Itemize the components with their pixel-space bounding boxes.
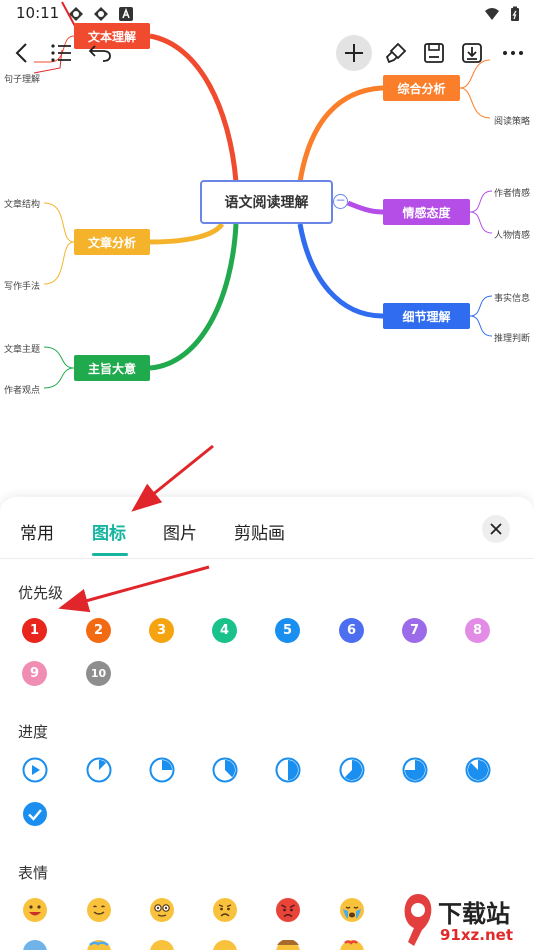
icon-panel: 常用 图标 图片 剪贴画 优先级 1 2 3 4 5 6 7 8 9 10 进度… [0,497,534,950]
progress-3-8-icon[interactable] [212,757,238,783]
leaf-node[interactable]: 事实信息 [494,291,530,304]
progress-2-8-icon[interactable] [149,757,175,783]
outline-list-icon [51,44,71,62]
save-button[interactable] [420,40,448,66]
emoji-worried-icon[interactable] [212,897,238,923]
branch-node-emotion-attitude[interactable]: 情感态度 [383,199,470,225]
connector-line [297,223,384,319]
emoji-love-icon[interactable] [339,939,365,950]
branch-node-label: 细节理解 [402,309,451,324]
leaf-node[interactable]: 阅读策略 [494,114,530,127]
connector-line [297,85,384,183]
tab-images[interactable]: 图片 [163,519,197,544]
leaf-node[interactable]: 文章主题 [4,342,40,355]
section-title-progress: 进度 [18,723,49,741]
emoji-face-icon[interactable] [149,939,175,950]
progress-5-8-icon[interactable] [339,757,365,783]
section-title-emoji: 表情 [18,864,49,882]
progress-7-8-icon[interactable] [465,757,491,783]
progress-6-8-icon[interactable] [402,757,428,783]
export-icon [462,43,482,63]
progress-4-8-icon[interactable] [275,757,301,783]
priority-icon-8[interactable]: 8 [465,618,490,643]
branch-node-label: 文章分析 [87,235,136,250]
emoji-sweat-icon[interactable] [86,939,112,950]
mindmap-root-node[interactable]: 语文阅读理解 [200,180,333,224]
more-button[interactable] [498,40,528,66]
leaf-node[interactable]: 人物情感 [494,228,530,241]
back-button[interactable] [8,40,34,66]
emoji-nerd-icon[interactable] [149,897,175,923]
watermark: 下载站 91xz.net [398,890,534,950]
priority-icon-9[interactable]: 9 [22,661,47,686]
priority-icon-1[interactable]: 1 [22,618,47,643]
priority-icon-10[interactable]: 10 [86,661,111,686]
collapse-branch-button[interactable]: − [333,194,348,209]
priority-icon-3[interactable]: 3 [149,618,174,643]
section-title-priority: 优先级 [18,584,64,602]
export-button[interactable] [458,40,486,66]
watermark-domain: 91xz.net [440,926,514,944]
leaf-node[interactable]: 作者情感 [494,186,530,199]
leaf-node[interactable]: 作者观点 [4,383,40,396]
save-icon [424,43,444,63]
emoji-angry-icon[interactable] [275,897,301,923]
branch-node-label: 综合分析 [397,81,446,96]
progress-1-8-icon[interactable] [86,757,112,783]
more-icon [503,51,523,55]
emoji-grin-icon[interactable] [22,897,48,923]
priority-icon-5[interactable]: 5 [275,618,300,643]
undo-button[interactable] [86,40,114,66]
tab-clipart[interactable]: 剪贴画 [234,519,285,544]
tab-icons[interactable]: 图标 [92,519,126,544]
branch-node-article-analysis[interactable]: 文章分析 [74,229,150,255]
active-tab-indicator [92,553,128,556]
watermark-brand: 下载站 [438,900,510,928]
add-node-button[interactable] [336,35,372,71]
emoji-smile-icon[interactable] [86,897,112,923]
branch-node-label: 主旨大意 [87,361,136,376]
tab-common[interactable]: 常用 [20,519,54,544]
branch-node-main-idea[interactable]: 主旨大意 [74,355,150,381]
panel-tabs: 常用 图标 图片 剪贴画 [0,497,534,559]
emoji-cold-icon[interactable] [22,939,48,950]
emoji-crying-icon[interactable] [339,897,365,923]
leaf-node[interactable]: 推理判断 [494,331,530,344]
close-panel-button[interactable] [482,515,510,543]
leaf-node[interactable]: 文章结构 [4,197,40,210]
watermark-logo-icon [404,894,432,946]
back-icon [15,43,27,63]
connector-line [149,222,225,245]
branch-node-label: 情感态度 [402,205,451,220]
connector-line [149,223,239,371]
priority-icon-6[interactable]: 6 [339,618,364,643]
style-brush-icon [385,42,407,64]
undo-icon [88,45,111,62]
close-icon [490,523,502,535]
emoji-face-icon[interactable] [212,939,238,950]
priority-icon-7[interactable]: 7 [402,618,427,643]
branch-node-comprehensive-analysis[interactable]: 综合分析 [383,75,460,101]
progress-complete-icon[interactable] [22,801,48,827]
add-node-icon [345,44,363,62]
connector-line [149,33,239,183]
leaf-node[interactable]: 句子理解 [4,72,40,85]
root-node-label: 语文阅读理解 [224,195,309,211]
priority-icon-2[interactable]: 2 [86,618,111,643]
mindmap-canvas[interactable]: 语文阅读理解 − 文本理解 综合分析 文章分析 情感态度 细节理解 主旨大意 句… [0,0,534,500]
priority-icon-4[interactable]: 4 [212,618,237,643]
branch-node-detail-understanding[interactable]: 细节理解 [383,303,470,329]
style-button[interactable] [382,40,410,66]
outline-button[interactable] [48,40,74,66]
connector-line [347,200,384,215]
leaf-node[interactable]: 写作手法 [4,279,40,292]
progress-play-icon[interactable] [22,757,48,783]
emoji-cowboy-icon[interactable] [275,939,301,950]
